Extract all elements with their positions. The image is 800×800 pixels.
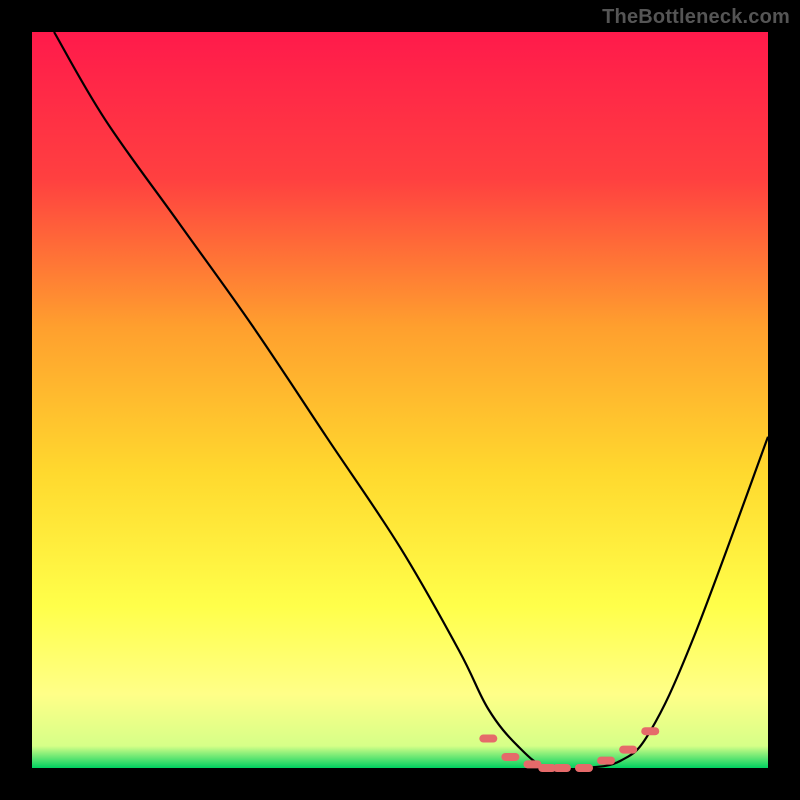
marker-flat-region-markers (553, 764, 571, 772)
marker-flat-region-markers (641, 727, 659, 735)
marker-flat-region-markers (597, 757, 615, 765)
marker-flat-region-markers (479, 735, 497, 743)
plot-background (32, 32, 768, 768)
marker-flat-region-markers (575, 764, 593, 772)
chart-svg (0, 0, 800, 800)
watermark-text: TheBottleneck.com (602, 6, 790, 29)
chart-container: TheBottleneck.com (0, 0, 800, 800)
marker-flat-region-markers (619, 746, 637, 754)
marker-flat-region-markers (501, 753, 519, 761)
